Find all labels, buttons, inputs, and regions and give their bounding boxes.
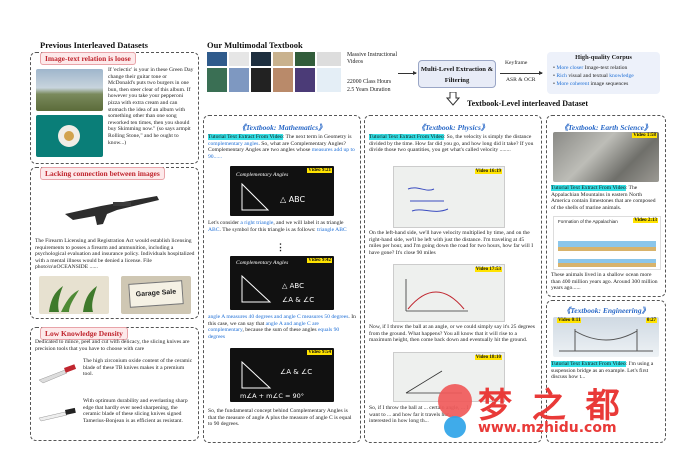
dataset-title: Textbook-Level interleaved Dataset xyxy=(467,99,589,108)
video-timestamp: Video 9:42 xyxy=(307,258,332,263)
knife-image xyxy=(37,398,77,430)
sign-text: Garage Sale xyxy=(128,280,184,308)
physics-text-3: Now, if I throw the ball at an angle, or… xyxy=(369,324,535,344)
physics-text-2: On the left-hand side, we'll have veloci… xyxy=(369,230,534,256)
garage-sale-sign-image: Garage Sale xyxy=(121,276,191,314)
chalkboard-2: Video 9:42 Complementary Angles △ ABC ∠A … xyxy=(230,256,334,310)
section-tag: Lacking connection between images xyxy=(40,167,165,180)
ellipsis: ⋮ xyxy=(276,242,285,252)
sec3-p1: The high zirconium oxide content of the … xyxy=(83,358,193,378)
svg-text:∠A & ∠C: ∠A & ∠C xyxy=(280,368,312,376)
math-text-1: Tutorial Text Extract From Video: The ne… xyxy=(208,134,355,160)
corpus-bullet-2: • Rich visual and textual knowledge xyxy=(553,73,634,79)
board-title: Complementary Angles xyxy=(236,260,289,266)
chalkboard-3: Video 9:54 ∠A & ∠C m∠A + m∠C = 90° xyxy=(230,348,334,402)
arrow xyxy=(500,71,543,75)
video-timestamp: Video 18:10 xyxy=(474,355,502,360)
physics-text-1: Tutorial Text Extract From Video: So, th… xyxy=(369,134,534,154)
whiteboard-2: Video 17:53 xyxy=(393,264,505,322)
math-title: 《Textbook: Mathematics》 xyxy=(238,123,326,132)
appalachian-figure: Video 2:13 Formation of the Appalachian xyxy=(553,216,661,270)
down-arrow-icon xyxy=(446,92,460,106)
video-timestamp: Video 9:54 xyxy=(307,350,332,355)
svg-text:∠A & ∠C: ∠A & ∠C xyxy=(282,296,314,304)
video-timestamp: Video 16:19 xyxy=(474,169,502,174)
sec3-intro: Dedicated to mince, peel and cut with de… xyxy=(35,339,190,352)
corpus-bullet-1: • More closer Image-text relation xyxy=(553,65,628,71)
corpus-title: High-quality Corpus xyxy=(575,54,632,61)
limestone-photo: Video 1:58 xyxy=(553,132,659,182)
bridge-photo: Video 0:11 0:27 xyxy=(553,317,659,357)
video-thumbnails xyxy=(207,52,343,94)
svg-text:m∠A + m∠C = 90°: m∠A + m∠C = 90° xyxy=(240,392,304,400)
earth-column: 《Textbook: Earth Science》 Video 1:58 Tut… xyxy=(546,115,666,297)
knife-image xyxy=(37,358,77,390)
earth-text-1: Tutorial Text Extract From Video: The Ap… xyxy=(551,185,656,211)
sec2-text: The Firearm Licensing and Registration A… xyxy=(35,238,195,271)
duration-label: 2.5 Years Duration xyxy=(347,87,391,93)
watermark-logo-icon xyxy=(438,384,472,418)
massive-videos-label: Massive Instructional Videos xyxy=(347,52,398,65)
corpus-bullet-3: • More coherent image sequences xyxy=(553,81,629,87)
corpus-box: High-quality Corpus • More closer Image-… xyxy=(547,52,660,94)
arrow xyxy=(398,71,417,75)
whiteboard-1: Video 16:19 xyxy=(393,166,505,228)
left-title: Previous Interleaved Datasets xyxy=(40,40,148,50)
sec3-p2: With optimum durability and everlasting … xyxy=(83,398,188,424)
board-title: Complementary Angles xyxy=(236,172,289,178)
class-hours-label: 22000 Class Hours xyxy=(347,79,392,85)
plants-image xyxy=(39,276,109,314)
video-timestamp: Video 9:21 xyxy=(307,168,332,173)
loose-relation-panel: Image-text relation is loose If 'eclecti… xyxy=(30,52,199,164)
watermark-url: www.mzhidu.com xyxy=(478,420,617,436)
math-text-2: Let's consider a right triangle, and we … xyxy=(208,220,347,233)
earth-text-2: These animals lived in a shallow ocean m… xyxy=(551,272,658,292)
engineering-title: 《Textbook: Engineering》 xyxy=(562,306,650,315)
keyframe-label: Keyframe xyxy=(505,60,528,66)
asr-ocr-label: ASR & OCR xyxy=(506,77,536,83)
watermark-logo-icon xyxy=(444,416,466,438)
video-timestamp: Video 0:11 xyxy=(557,318,582,323)
right-title: Our Multimodal Textbook xyxy=(207,40,303,50)
math-column: 《Textbook: Mathematics》 Tutorial Text Ex… xyxy=(203,115,361,443)
chalkboard-1: Video 9:21 Complementary Angles △ ABC xyxy=(230,166,334,216)
low-density-panel: Low Knowledge Density Dedicated to mince… xyxy=(30,327,199,441)
landscape-photo xyxy=(36,69,103,111)
figure-title: Formation of the Appalachian xyxy=(558,219,618,224)
video-timestamp: Video 1:58 xyxy=(632,133,657,138)
video-timestamp: Video 2:13 xyxy=(633,218,658,223)
rifle-image xyxy=(61,188,166,233)
video-timestamp: Video 17:53 xyxy=(474,267,502,272)
svg-text:△ ABC: △ ABC xyxy=(280,195,306,204)
sec1-text: If 'eclectic' is your in these Green Day… xyxy=(108,67,194,146)
video-timestamp: 0:27 xyxy=(645,318,657,323)
extract-filter-box: Multi-Level Extraction & Filtering xyxy=(418,60,496,88)
lacking-connection-panel: Lacking connection between images The Fi… xyxy=(30,167,199,319)
math-text-4: So, the fundamental concept behind Compl… xyxy=(208,408,352,428)
album-cover-image xyxy=(36,115,103,157)
physics-title: 《Textbook: Physics》 xyxy=(417,123,489,132)
math-text-3: angle A measures 40 degrees and angle C … xyxy=(208,314,356,340)
svg-text:△ ABC: △ ABC xyxy=(282,282,304,290)
section-tag: Image-text relation is loose xyxy=(40,52,136,65)
